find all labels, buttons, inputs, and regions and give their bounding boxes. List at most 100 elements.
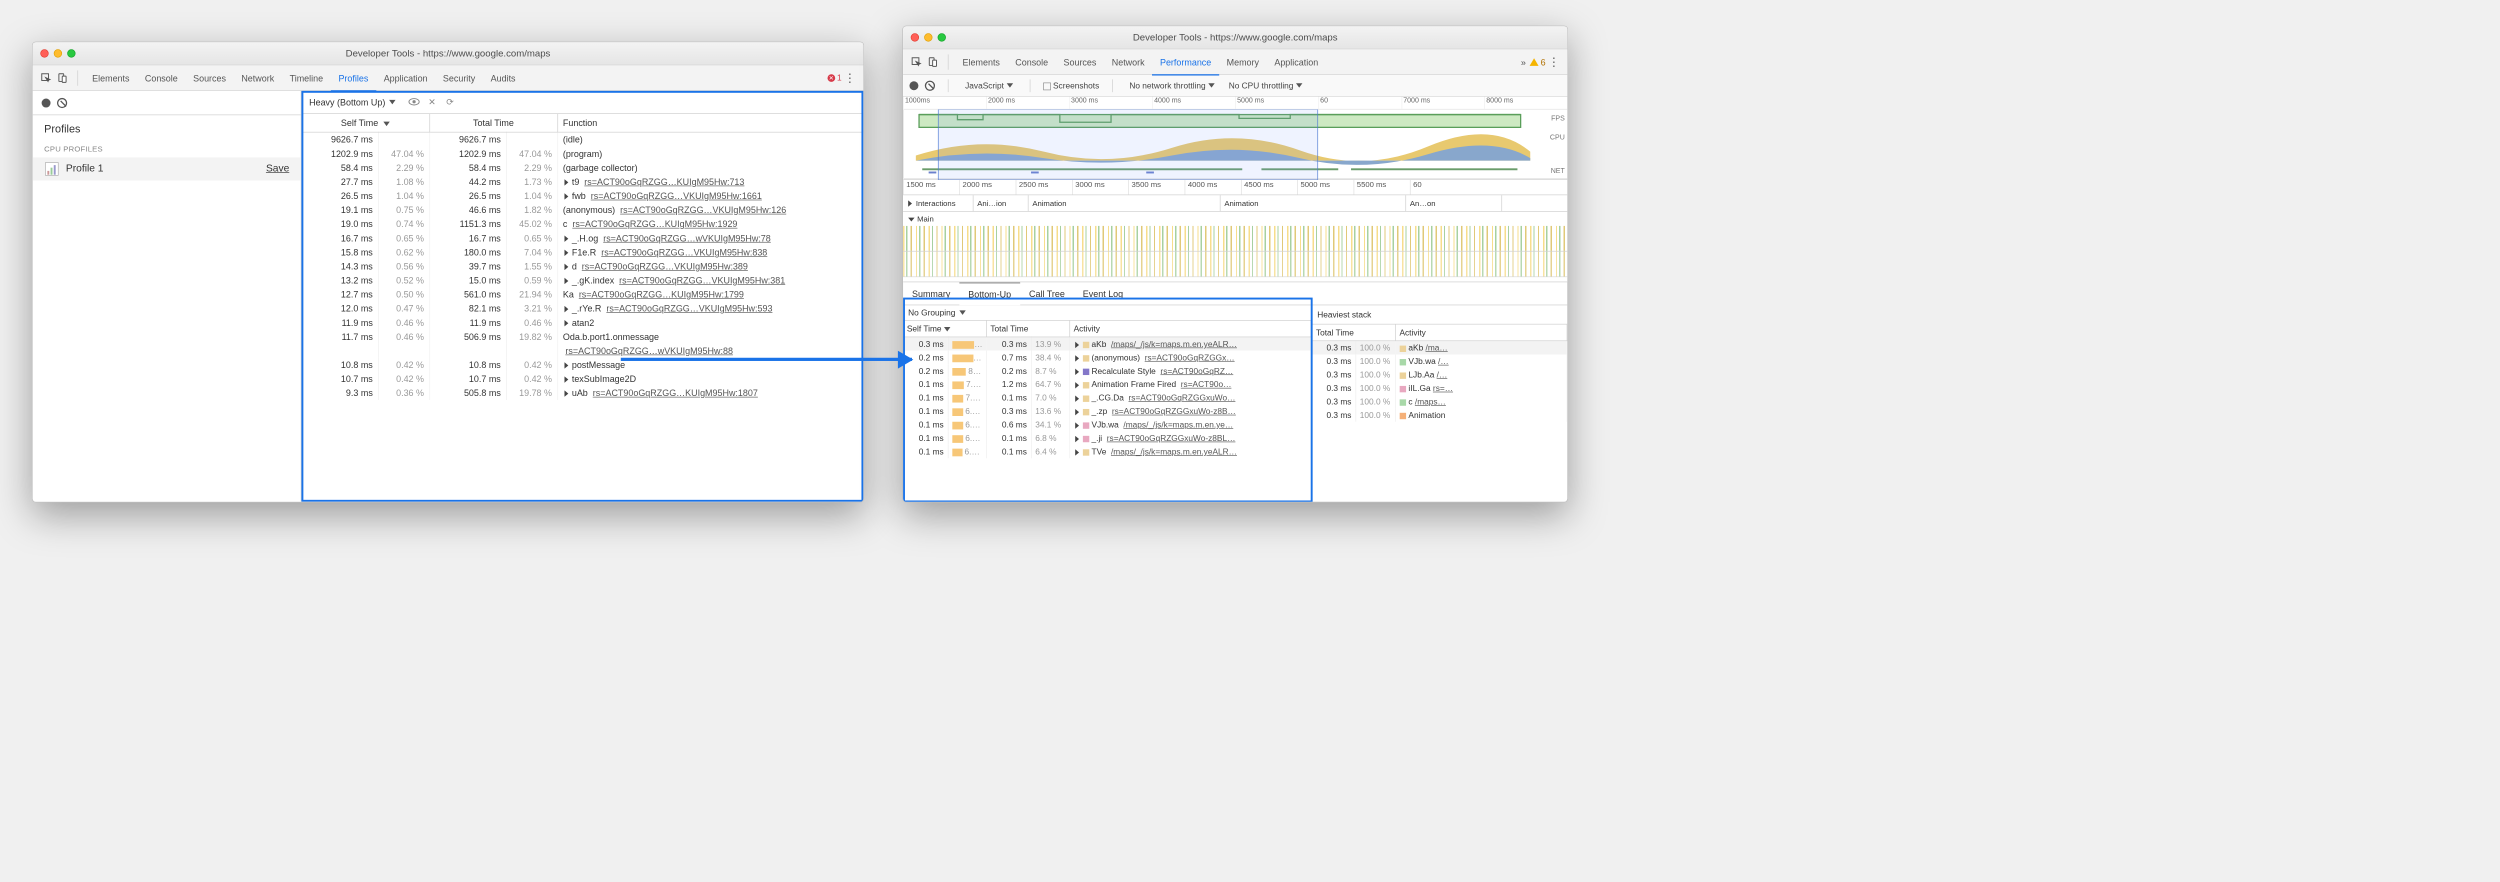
view-dropdown[interactable]: Heavy (Bottom Up)	[309, 97, 395, 107]
expand-icon[interactable]	[1075, 409, 1079, 415]
expand-icon[interactable]	[1075, 436, 1079, 442]
tab-elements[interactable]: Elements	[84, 66, 137, 90]
col-total-time[interactable]: Total Time	[986, 321, 1069, 337]
source-link[interactable]: /…	[1437, 370, 1448, 380]
col-activity[interactable]: Activity	[1395, 324, 1567, 340]
tab-console[interactable]: Console	[1008, 50, 1056, 74]
expand-icon[interactable]	[1075, 341, 1079, 347]
tab-timeline[interactable]: Timeline	[282, 66, 331, 90]
inspect-icon[interactable]	[38, 69, 55, 86]
device-icon[interactable]	[54, 69, 71, 86]
close-icon[interactable]	[40, 49, 48, 57]
source-link[interactable]: /maps/_/js/k=maps.m.en.yeALR…	[1111, 339, 1237, 349]
track-animation[interactable]: An…on	[1406, 195, 1502, 211]
traffic-lights[interactable]	[40, 49, 75, 57]
tab-application[interactable]: Application	[1267, 50, 1326, 74]
expand-icon[interactable]	[564, 278, 568, 284]
expand-icon[interactable]	[564, 250, 568, 256]
track-animation[interactable]: Ani…ion	[973, 195, 1028, 211]
source-link[interactable]: /…	[1438, 356, 1449, 366]
table-row[interactable]: 19.1 ms0.75 %46.6 ms1.82 %(anonymous) rs…	[301, 203, 863, 217]
source-link[interactable]: rs=ACT90oGqRZGG…VKUIgM95Hw:593	[606, 303, 772, 313]
table-row[interactable]: 0.3 ms100.0 %c /maps…	[1312, 395, 1567, 408]
tab-network[interactable]: Network	[234, 66, 282, 90]
table-row[interactable]: 0.3 ms100.0 %VJb.wa /…	[1312, 355, 1567, 368]
col-total-time[interactable]: Total Time	[429, 114, 557, 132]
close-icon[interactable]	[911, 33, 919, 41]
source-link[interactable]: rs=…	[1433, 383, 1453, 393]
track-animation[interactable]: Animation	[1220, 195, 1406, 211]
detail-tab-call-tree[interactable]: Call Tree	[1020, 283, 1074, 305]
traffic-lights[interactable]	[911, 33, 946, 41]
table-row[interactable]: 0.2 ms 8.7 %0.2 ms8.7 %Recalculate Style…	[903, 364, 1311, 377]
source-link[interactable]: rs=ACT90o…	[1181, 380, 1232, 390]
save-link[interactable]: Save	[266, 163, 289, 175]
table-row[interactable]: 0.3 ms100.0 %Animation	[1312, 408, 1567, 421]
kebab-icon[interactable]: ⋮	[1546, 53, 1563, 70]
table-row[interactable]: 9.3 ms0.36 %505.8 ms19.78 %uAb rs=ACT90o…	[301, 386, 863, 400]
network-throttle-dropdown[interactable]: No network throttling	[1126, 81, 1219, 91]
table-row[interactable]: rs=ACT90oGqRZGG…wVKUIgM95Hw:88	[301, 344, 863, 358]
tab-profiles[interactable]: Profiles	[331, 66, 376, 92]
table-row[interactable]: 13.2 ms0.52 %15.0 ms0.59 %_.gK.index rs=…	[301, 273, 863, 287]
focus-icon[interactable]	[407, 97, 421, 107]
col-activity[interactable]: Activity	[1069, 321, 1311, 337]
expand-icon[interactable]	[564, 264, 568, 270]
source-link[interactable]: /maps/_/js/k=maps.m.en.ye…	[1123, 420, 1233, 430]
tab-audits[interactable]: Audits	[483, 66, 523, 90]
table-row[interactable]: 16.7 ms0.65 %16.7 ms0.65 %_.H.og rs=ACT9…	[301, 231, 863, 245]
warning-badge[interactable]: 6	[1530, 57, 1546, 67]
detail-tab-event-log[interactable]: Event Log	[1074, 283, 1132, 305]
source-link[interactable]: /maps…	[1415, 397, 1446, 407]
tab-network[interactable]: Network	[1104, 50, 1152, 74]
table-row[interactable]: 58.4 ms2.29 %58.4 ms2.29 %(garbage colle…	[301, 161, 863, 175]
track-interactions[interactable]: Interactions	[916, 199, 956, 208]
expand-icon[interactable]	[564, 320, 568, 326]
col-self-time[interactable]: Self Time	[301, 114, 429, 132]
expand-icon[interactable]	[564, 362, 568, 368]
tab-sources[interactable]: Sources	[1056, 50, 1104, 74]
source-link[interactable]: rs=ACT90oGqRZGG…KUIgM95Hw:1799	[579, 289, 744, 299]
source-link[interactable]: rs=ACT90oGqRZGGx…	[1145, 353, 1235, 363]
source-link[interactable]: rs=ACT90oGqRZGGxuWo-z8B…	[1112, 406, 1236, 416]
grouping-dropdown[interactable]: No Grouping	[903, 305, 1311, 320]
source-link[interactable]: /ma…	[1426, 343, 1448, 353]
table-row[interactable]: 0.3 ms100.0 %aKb /ma…	[1312, 341, 1567, 355]
zoom-icon[interactable]	[938, 33, 946, 41]
table-row[interactable]: 0.1 ms 7.3 %1.2 ms64.7 %Animation Frame …	[903, 378, 1311, 391]
more-tabs-icon[interactable]: »	[1521, 57, 1526, 67]
table-row[interactable]: 0.1 ms 7.0 %0.1 ms7.0 %_.CG.Da rs=ACT90o…	[903, 391, 1311, 404]
col-function[interactable]: Function	[557, 114, 863, 132]
profile-item[interactable]: Profile 1 Save	[33, 157, 301, 180]
clear-icon[interactable]	[57, 98, 67, 108]
device-icon[interactable]	[925, 53, 942, 70]
source-link[interactable]: rs=ACT90oGqRZ…	[1160, 366, 1233, 376]
detail-tab-bottom-up[interactable]: Bottom-Up	[959, 282, 1020, 305]
main-thread-flames[interactable]	[903, 226, 1567, 252]
record-icon[interactable]	[42, 98, 51, 107]
table-row[interactable]: 0.1 ms 6.8 %0.1 ms6.8 %_.ji rs=ACT90oGqR…	[903, 431, 1311, 444]
col-self-time[interactable]: Self Time	[903, 321, 986, 337]
table-row[interactable]: 0.1 ms 6.8 %0.6 ms34.1 %VJb.wa /maps/_/j…	[903, 418, 1311, 431]
record-icon[interactable]	[909, 81, 918, 90]
table-row[interactable]: 0.3 ms100.0 %LJb.Aa /…	[1312, 368, 1567, 381]
source-link[interactable]: rs=ACT90oGqRZGG…VKUIgM95Hw:389	[582, 261, 748, 271]
inspect-icon[interactable]	[908, 53, 925, 70]
table-row[interactable]: 9626.7 ms9626.7 ms(idle)	[301, 132, 863, 146]
detail-tab-summary[interactable]: Summary	[903, 283, 959, 305]
source-link[interactable]: rs=ACT90oGqRZGG…wVKUIgM95Hw:78	[603, 233, 771, 243]
tab-performance[interactable]: Performance	[1152, 50, 1219, 76]
expand-icon[interactable]	[564, 193, 568, 199]
tab-security[interactable]: Security	[435, 66, 483, 90]
table-row[interactable]: 10.7 ms0.42 %10.7 ms0.42 %texSubImage2D	[301, 372, 863, 386]
kebab-icon[interactable]: ⋮	[842, 69, 859, 86]
table-row[interactable]: 11.7 ms0.46 %506.9 ms19.82 %Oda.b.port1.…	[301, 330, 863, 344]
source-link[interactable]: rs=ACT90oGqRZGGxuWo…	[1129, 393, 1236, 403]
expand-icon[interactable]	[564, 306, 568, 312]
expand-icon[interactable]	[564, 377, 568, 383]
track-animation[interactable]: Animation	[1028, 195, 1220, 211]
source-link[interactable]: rs=ACT90oGqRZGG…VKUIgM95Hw:126	[620, 205, 786, 215]
close-x-icon[interactable]: ✕	[425, 97, 439, 108]
titlebar[interactable]: Developer Tools - https://www.google.com…	[903, 26, 1567, 49]
clear-icon[interactable]	[925, 80, 935, 90]
